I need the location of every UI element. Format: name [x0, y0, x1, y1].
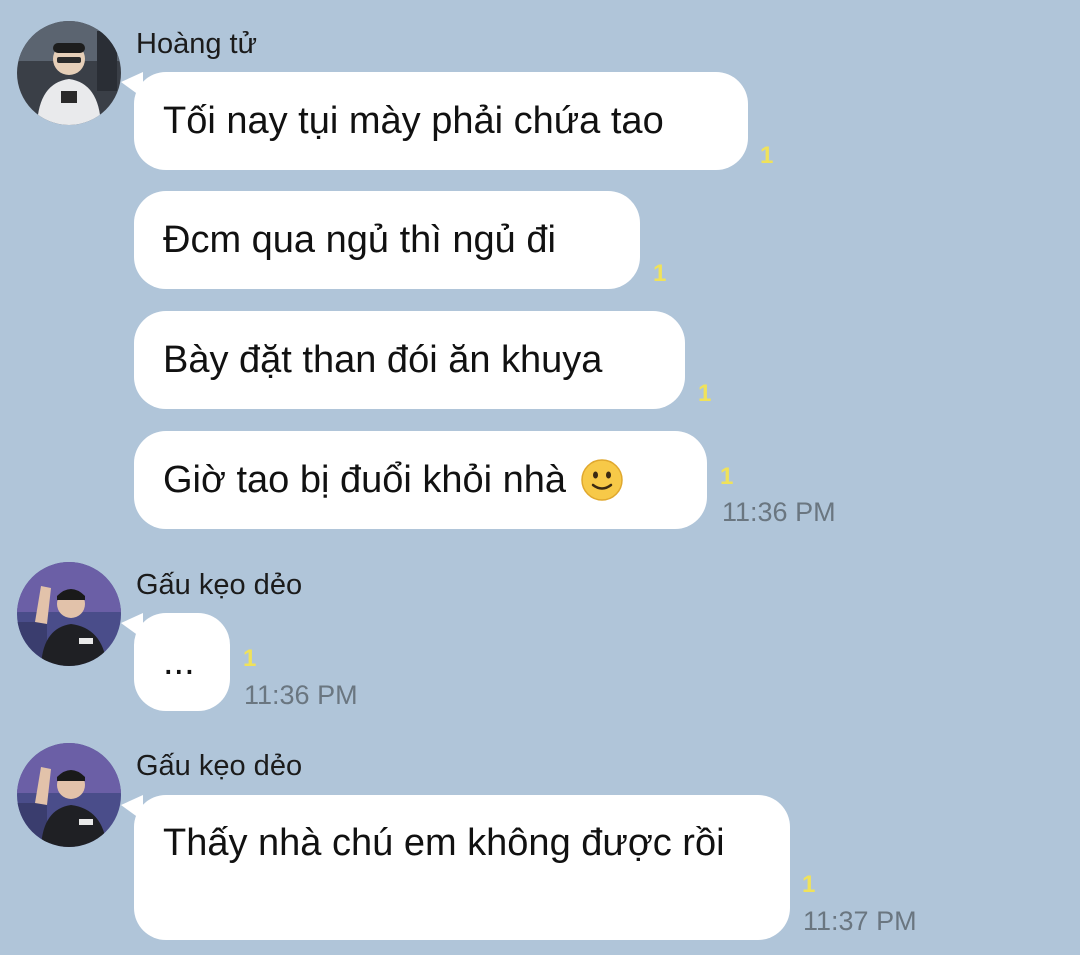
message-bubble[interactable]: Giờ tao bị đuổi khỏi nhà	[134, 431, 707, 529]
sender-avatar-hoang-tu[interactable]	[17, 21, 121, 125]
message-text: Bày đặt than đói ăn khuya	[163, 338, 603, 381]
message-bubble[interactable]: Thấy nhà chú em không được rồi	[134, 795, 790, 940]
sender-avatar-gau-keo-deo[interactable]	[17, 562, 121, 666]
message-text: Giờ tao bị đuổi khỏi nhà	[163, 458, 567, 501]
sender-name: Hoàng tử	[136, 28, 257, 60]
read-count: 1	[802, 871, 816, 898]
read-count: 1	[243, 645, 257, 672]
message-timestamp: 11:36 PM	[722, 497, 836, 527]
read-count: 1	[720, 463, 734, 490]
read-count: 1	[760, 142, 774, 169]
message-text: Tối nay tụi mày phải chứa tao	[163, 99, 664, 142]
message-bubble[interactable]: ...	[134, 613, 230, 711]
message-text: ...	[163, 640, 195, 683]
player-avatar-icon	[17, 743, 121, 847]
message-bubble[interactable]: Đcm qua ngủ thì ngủ đi	[134, 191, 640, 289]
message-bubble[interactable]: Bày đặt than đói ăn khuya	[134, 311, 685, 409]
read-count: 1	[698, 380, 712, 407]
message-bubble[interactable]: Tối nay tụi mày phải chứa tao	[134, 72, 748, 170]
gamer-avatar-icon	[17, 21, 121, 125]
read-count: 1	[653, 260, 667, 287]
message-timestamp: 11:36 PM	[244, 680, 358, 710]
message-timestamp: 11:37 PM	[803, 906, 917, 936]
sender-avatar-gau-keo-deo[interactable]	[17, 743, 121, 847]
message-text: Thấy nhà chú em không được rồi	[163, 822, 725, 864]
player-avatar-icon	[17, 562, 121, 666]
slightly-smiling-face-icon	[581, 459, 623, 501]
sender-name: Gấu kẹo dẻo	[136, 569, 303, 601]
sender-name: Gấu kẹo dẻo	[136, 750, 303, 782]
message-text: Đcm qua ngủ thì ngủ đi	[163, 218, 556, 261]
